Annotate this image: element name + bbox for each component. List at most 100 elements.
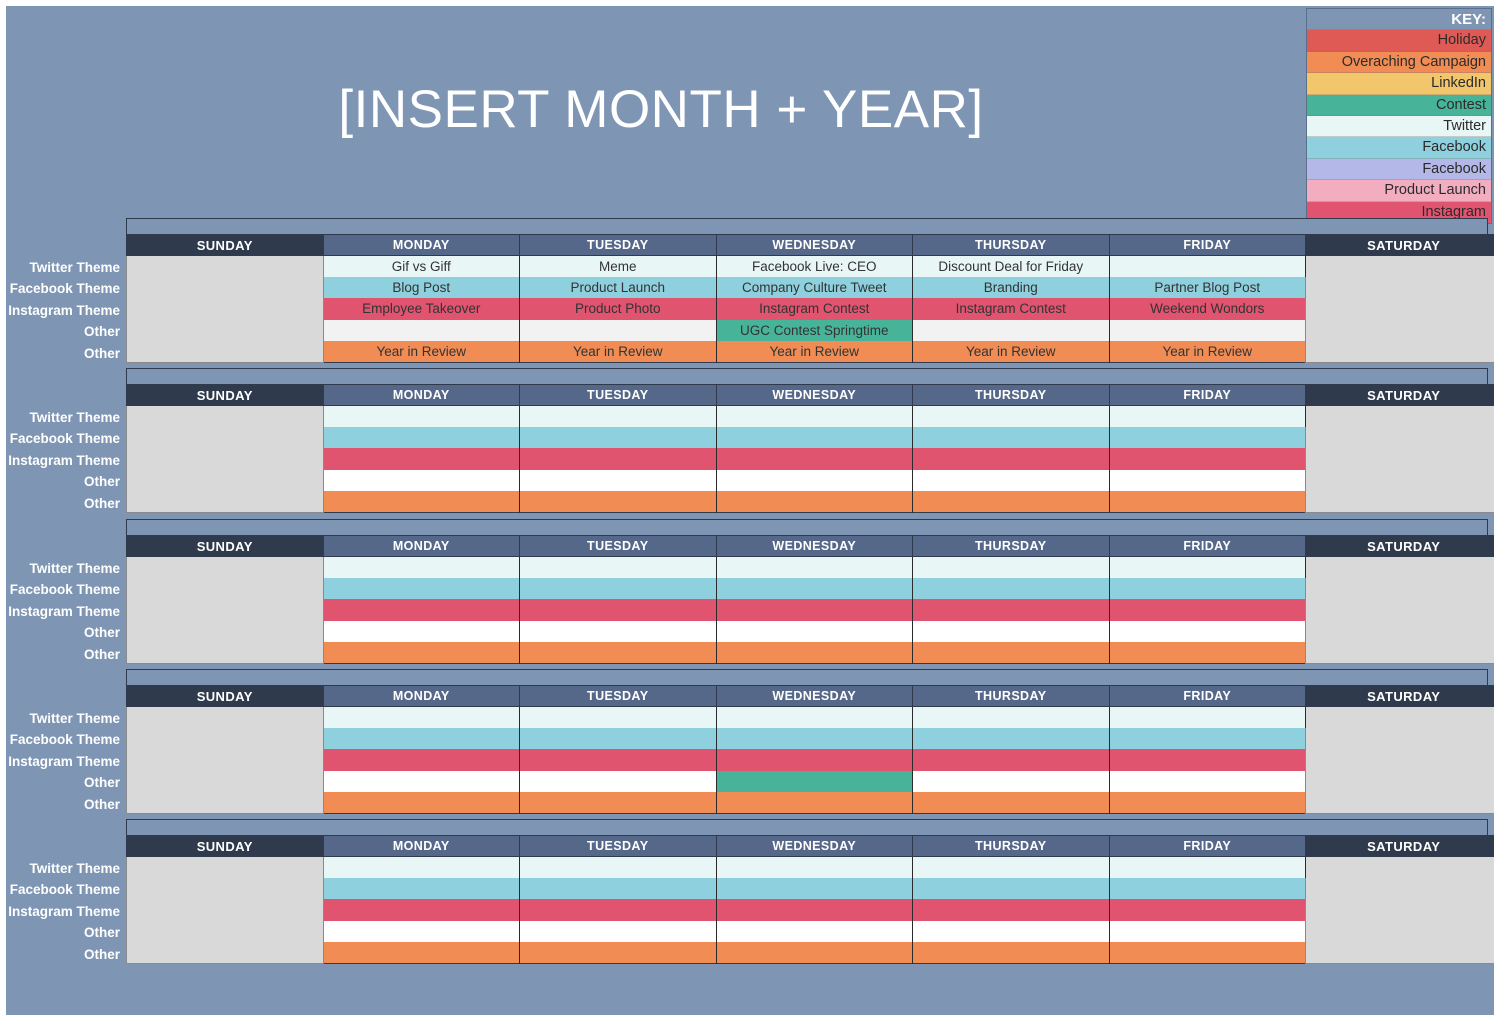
calendar-cell[interactable] — [912, 620, 1110, 643]
calendar-cell[interactable] — [519, 899, 717, 921]
calendar-cell[interactable] — [715, 577, 913, 600]
calendar-cell[interactable] — [322, 620, 520, 643]
calendar-cell[interactable] — [322, 706, 520, 728]
calendar-cell[interactable] — [322, 770, 520, 793]
calendar-cell[interactable] — [322, 792, 520, 814]
calendar-cell[interactable] — [1108, 255, 1306, 277]
calendar-cell[interactable] — [715, 620, 913, 643]
calendar-cell[interactable] — [322, 642, 520, 664]
calendar-cell[interactable] — [1108, 448, 1306, 470]
calendar-cell[interactable] — [715, 877, 913, 900]
calendar-cell[interactable] — [912, 727, 1110, 750]
calendar-cell[interactable] — [715, 469, 913, 492]
calendar-cell[interactable] — [1108, 942, 1306, 964]
calendar-cell[interactable] — [519, 599, 717, 621]
calendar-cell[interactable] — [322, 856, 520, 878]
calendar-cell[interactable] — [322, 727, 520, 750]
week-date-row[interactable] — [126, 669, 1488, 685]
calendar-cell[interactable] — [715, 770, 913, 793]
calendar-cell[interactable] — [1108, 770, 1306, 793]
calendar-cell[interactable] — [322, 469, 520, 492]
calendar-cell[interactable] — [1108, 599, 1306, 621]
calendar-cell[interactable] — [1108, 706, 1306, 728]
week-date-row[interactable] — [126, 218, 1488, 234]
calendar-cell[interactable] — [322, 749, 520, 771]
calendar-cell[interactable] — [322, 899, 520, 921]
calendar-cell[interactable] — [519, 727, 717, 750]
calendar-cell[interactable] — [519, 577, 717, 600]
calendar-cell[interactable] — [519, 877, 717, 900]
calendar-cell[interactable] — [912, 491, 1110, 513]
calendar-cell[interactable]: Year in Review — [519, 341, 717, 363]
calendar-cell[interactable] — [1108, 426, 1306, 449]
calendar-cell[interactable] — [519, 706, 717, 728]
calendar-cell[interactable] — [519, 770, 717, 793]
calendar-cell[interactable] — [912, 706, 1110, 728]
calendar-cell[interactable] — [322, 877, 520, 900]
calendar-cell[interactable] — [1108, 899, 1306, 921]
sunday-blank-cell[interactable] — [126, 856, 324, 964]
calendar-cell[interactable] — [1108, 856, 1306, 878]
calendar-cell[interactable]: Branding — [912, 276, 1110, 299]
calendar-cell[interactable] — [322, 577, 520, 600]
calendar-cell[interactable] — [912, 577, 1110, 600]
calendar-cell[interactable]: Product Photo — [519, 298, 717, 320]
calendar-cell[interactable]: Employee Takeover — [322, 298, 520, 320]
calendar-cell[interactable]: Year in Review — [322, 341, 520, 363]
calendar-cell[interactable] — [322, 426, 520, 449]
calendar-cell[interactable] — [912, 599, 1110, 621]
calendar-cell[interactable] — [519, 920, 717, 943]
calendar-cell[interactable] — [715, 856, 913, 878]
calendar-cell[interactable] — [519, 856, 717, 878]
week-date-row[interactable] — [126, 368, 1488, 384]
calendar-cell[interactable] — [912, 899, 1110, 921]
calendar-cell[interactable] — [519, 491, 717, 513]
calendar-cell[interactable] — [715, 899, 913, 921]
calendar-cell[interactable]: Discount Deal for Friday — [912, 255, 1110, 277]
saturday-blank-cell[interactable] — [1305, 255, 1494, 363]
calendar-cell[interactable]: Company Culture Tweet — [715, 276, 913, 299]
calendar-cell[interactable] — [715, 792, 913, 814]
calendar-cell[interactable] — [1108, 556, 1306, 578]
calendar-cell[interactable] — [715, 405, 913, 427]
calendar-cell[interactable] — [715, 942, 913, 964]
calendar-cell[interactable] — [322, 319, 520, 342]
calendar-cell[interactable] — [519, 642, 717, 664]
saturday-blank-cell[interactable] — [1305, 405, 1494, 513]
calendar-cell[interactable] — [715, 426, 913, 449]
calendar-cell[interactable] — [912, 792, 1110, 814]
calendar-cell[interactable] — [715, 642, 913, 664]
calendar-cell[interactable] — [519, 405, 717, 427]
calendar-cell[interactable] — [912, 319, 1110, 342]
calendar-cell[interactable] — [715, 599, 913, 621]
calendar-cell[interactable] — [912, 556, 1110, 578]
calendar-cell[interactable] — [519, 792, 717, 814]
saturday-blank-cell[interactable] — [1305, 556, 1494, 664]
calendar-cell[interactable]: Year in Review — [715, 341, 913, 363]
calendar-cell[interactable]: Year in Review — [912, 341, 1110, 363]
calendar-cell[interactable] — [322, 920, 520, 943]
week-date-row[interactable] — [126, 519, 1488, 535]
calendar-cell[interactable] — [1108, 877, 1306, 900]
calendar-cell[interactable] — [1108, 727, 1306, 750]
calendar-cell[interactable] — [912, 469, 1110, 492]
calendar-cell[interactable] — [322, 491, 520, 513]
calendar-cell[interactable] — [519, 942, 717, 964]
saturday-blank-cell[interactable] — [1305, 706, 1494, 814]
calendar-cell[interactable]: Product Launch — [519, 276, 717, 299]
calendar-cell[interactable] — [912, 877, 1110, 900]
calendar-cell[interactable] — [912, 426, 1110, 449]
calendar-cell[interactable] — [322, 405, 520, 427]
calendar-cell[interactable] — [1108, 491, 1306, 513]
calendar-cell[interactable] — [912, 642, 1110, 664]
sunday-blank-cell[interactable] — [126, 255, 324, 363]
calendar-cell[interactable] — [715, 727, 913, 750]
calendar-cell[interactable] — [715, 706, 913, 728]
calendar-cell[interactable] — [519, 556, 717, 578]
sunday-blank-cell[interactable] — [126, 556, 324, 664]
calendar-cell[interactable] — [912, 770, 1110, 793]
calendar-cell[interactable]: Blog Post — [322, 276, 520, 299]
sunday-blank-cell[interactable] — [126, 706, 324, 814]
sunday-blank-cell[interactable] — [126, 405, 324, 513]
calendar-cell[interactable]: Gif vs Giff — [322, 255, 520, 277]
